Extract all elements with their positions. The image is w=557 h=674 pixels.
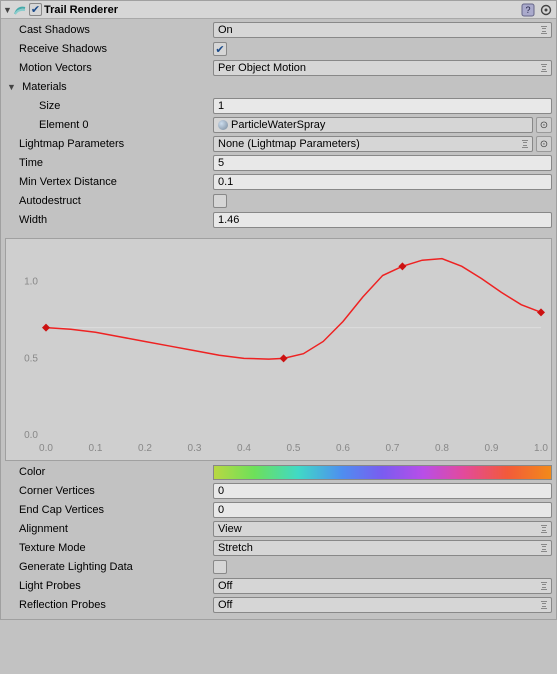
texture-mode-dropdown[interactable]: Stretch (213, 540, 552, 556)
materials-element0-label: Element 0 (5, 119, 213, 131)
reflection-probes-label: Reflection Probes (5, 599, 213, 611)
alignment-dropdown[interactable]: View (213, 521, 552, 537)
materials-label: Materials (22, 81, 67, 93)
svg-text:0.0: 0.0 (39, 443, 53, 454)
svg-text:1.0: 1.0 (24, 277, 38, 288)
generate-lighting-data-checkbox[interactable] (213, 560, 227, 574)
corner-vertices-input[interactable]: 0 (213, 483, 552, 499)
svg-text:0.7: 0.7 (386, 443, 400, 454)
end-cap-vertices-label: End Cap Vertices (5, 504, 213, 516)
svg-text:0.5: 0.5 (24, 353, 38, 364)
min-vertex-distance-label: Min Vertex Distance (5, 176, 213, 188)
receive-shadows-label: Receive Shadows (5, 43, 213, 55)
materials-size-input[interactable]: 1 (213, 98, 552, 114)
reflection-probes-dropdown[interactable]: Off (213, 597, 552, 613)
end-cap-vertices-input[interactable]: 0 (213, 502, 552, 518)
min-vertex-distance-input[interactable]: 0.1 (213, 174, 552, 190)
component-foldout[interactable]: ▼ (3, 5, 13, 15)
component-enabled-checkbox[interactable]: ✔ (29, 3, 42, 16)
svg-text:1.0: 1.0 (534, 443, 548, 454)
svg-text:0.5: 0.5 (287, 443, 301, 454)
generate-lighting-data-label: Generate Lighting Data (5, 561, 213, 573)
time-input[interactable]: 5 (213, 155, 552, 171)
materials-size-label: Size (5, 100, 213, 112)
lightmap-params-label: Lightmap Parameters (5, 138, 213, 150)
svg-text:0.6: 0.6 (336, 443, 350, 454)
motion-vectors-label: Motion Vectors (5, 62, 213, 74)
lightmap-params-dropdown[interactable]: None (Lightmap Parameters) (213, 136, 533, 152)
component-header: ▼ ✔ Trail Renderer ? (1, 1, 556, 19)
materials-foldout[interactable]: ▼ (7, 82, 19, 92)
light-probes-label: Light Probes (5, 580, 213, 592)
materials-foldout-row[interactable]: ▼ Materials (5, 81, 213, 93)
receive-shadows-checkbox[interactable]: ✔ (213, 42, 227, 56)
svg-text:0.1: 0.1 (89, 443, 103, 454)
svg-text:0.2: 0.2 (138, 443, 152, 454)
cast-shadows-label: Cast Shadows (5, 24, 213, 36)
width-curve-graph[interactable]: 0.0 0.1 0.2 0.3 0.4 0.5 0.6 0.7 0.8 0.9 1.0 0.0 0.5 1… (6, 239, 555, 457)
materials-element0-picker[interactable]: ⊙ (536, 117, 552, 133)
motion-vectors-dropdown[interactable]: Per Object Motion (213, 60, 552, 76)
color-label: Color (5, 466, 213, 478)
texture-mode-label: Texture Mode (5, 542, 213, 554)
alignment-label: Alignment (5, 523, 213, 535)
light-probes-dropdown[interactable]: Off (213, 578, 552, 594)
trail-renderer-icon (13, 3, 27, 17)
cast-shadows-dropdown[interactable]: On (213, 22, 552, 38)
svg-text:0.0: 0.0 (24, 430, 38, 441)
material-icon (218, 120, 228, 130)
color-gradient-field[interactable] (213, 465, 552, 480)
svg-text:0.4: 0.4 (237, 443, 251, 454)
time-label: Time (5, 157, 213, 169)
materials-element0-field[interactable]: ParticleWaterSpray (213, 117, 533, 133)
width-label: Width (5, 214, 213, 226)
width-input[interactable]: 1.46 (213, 212, 552, 228)
autodestruct-label: Autodestruct (5, 195, 213, 207)
help-button[interactable]: ? (520, 2, 536, 18)
svg-text:0.3: 0.3 (188, 443, 202, 454)
svg-text:?: ? (525, 5, 530, 15)
width-curve-editor[interactable]: 0.0 0.1 0.2 0.3 0.4 0.5 0.6 0.7 0.8 0.9 1.0 0.0 0.5 1… (5, 238, 552, 461)
trail-renderer-component: ▼ ✔ Trail Renderer ? Cast Shadows On Rec… (0, 0, 557, 620)
settings-gear-icon[interactable] (538, 2, 554, 18)
svg-text:0.8: 0.8 (435, 443, 449, 454)
autodestruct-checkbox[interactable] (213, 194, 227, 208)
corner-vertices-label: Corner Vertices (5, 485, 213, 497)
lightmap-params-picker[interactable]: ⊙ (536, 136, 552, 152)
svg-text:0.9: 0.9 (485, 443, 499, 454)
component-title: Trail Renderer (44, 4, 118, 16)
